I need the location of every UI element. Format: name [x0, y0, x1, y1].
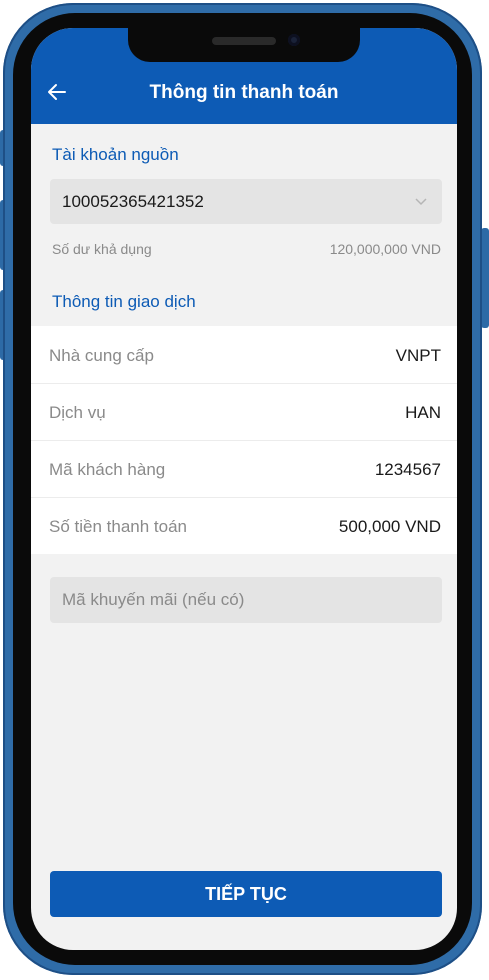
account-number: 100052365421352: [62, 192, 204, 211]
row-value: 1234567: [374, 460, 441, 479]
promo-code-input[interactable]: [50, 577, 442, 623]
transaction-info-card: Nhà cung cấp VNPT Dịch vụ HAN Mã khách h…: [31, 326, 457, 554]
source-account-select[interactable]: 100052365421352: [50, 179, 442, 224]
row-label: Dịch vụ: [49, 403, 106, 422]
balance-label: Số dư khả dụng: [52, 241, 152, 257]
continue-button[interactable]: TIẾP TỤC: [50, 871, 442, 917]
app-screen: Thông tin thanh toán Tài khoản nguồn 100…: [31, 28, 457, 950]
chevron-down-icon: [415, 198, 427, 206]
info-row-customer-code: Mã khách hàng 1234567: [31, 440, 457, 497]
row-value: VNPT: [395, 346, 441, 365]
camera: [288, 34, 300, 46]
page-title: Thông tin thanh toán: [149, 82, 339, 103]
transaction-info-heading: Thông tin giao dịch: [52, 292, 196, 311]
notch: [128, 28, 360, 62]
info-row-provider: Nhà cung cấp VNPT: [31, 326, 457, 383]
side-button: [481, 228, 489, 328]
row-value: HAN: [405, 403, 441, 422]
balance-value: 120,000,000 VND: [329, 241, 441, 257]
row-label: Nhà cung cấp: [49, 346, 154, 365]
info-row-amount: Số tiền thanh toán 500,000 VND: [31, 497, 457, 554]
row-label: Số tiền thanh toán: [49, 517, 188, 536]
info-row-service: Dịch vụ HAN: [31, 383, 457, 440]
row-value: 500,000 VND: [338, 517, 441, 536]
row-label: Mã khách hàng: [49, 460, 166, 479]
speaker: [212, 37, 276, 45]
source-account-heading: Tài khoản nguồn: [52, 145, 179, 164]
